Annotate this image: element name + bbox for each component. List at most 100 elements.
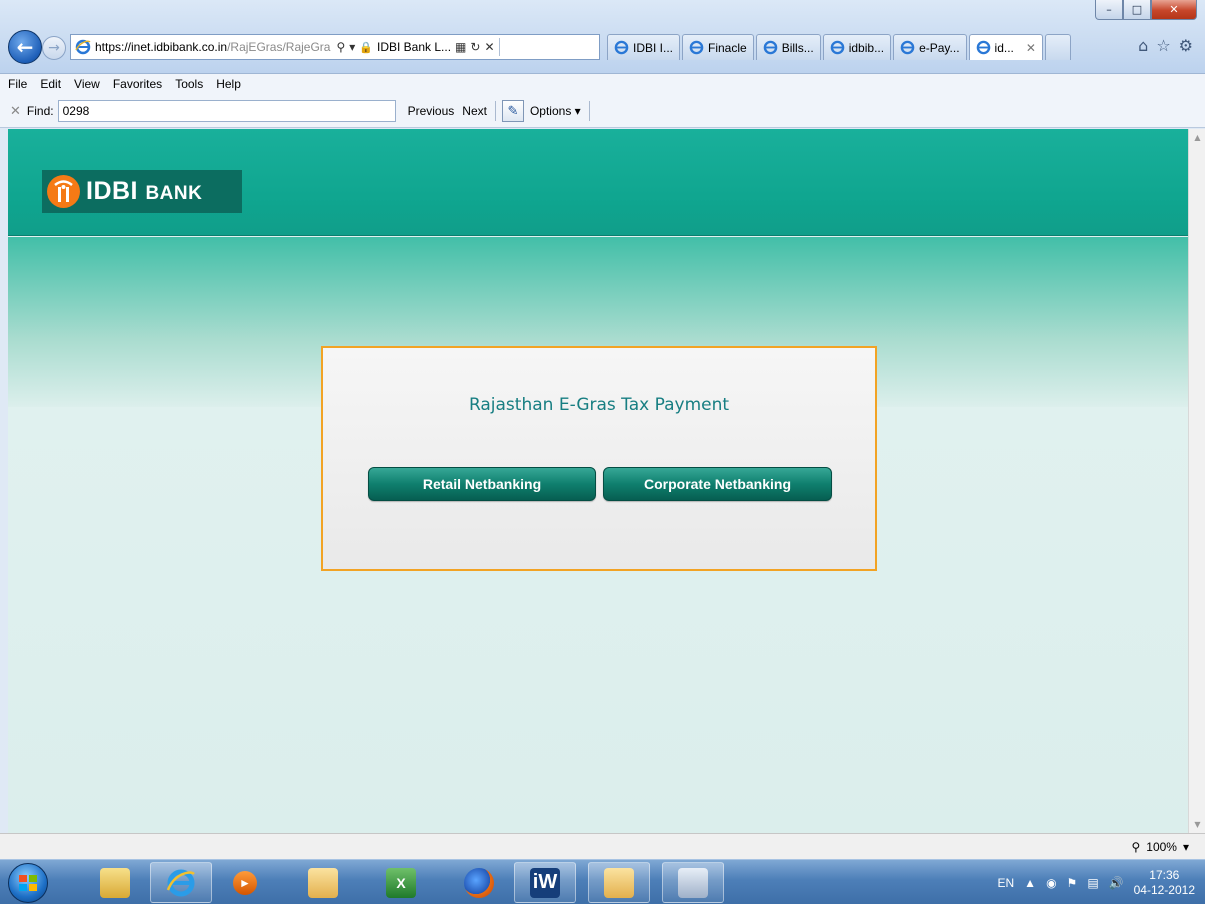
scroll-up-icon[interactable]: ▲ bbox=[1189, 129, 1205, 146]
zoom-control[interactable]: ⚲ 100% ▾ bbox=[1131, 840, 1189, 854]
separator bbox=[494, 100, 496, 121]
idbi-logo[interactable]: IDBI BANK bbox=[42, 170, 242, 213]
ie-icon bbox=[830, 40, 845, 55]
lock-icon[interactable]: 🔒 bbox=[359, 41, 373, 54]
taskbar-media-player[interactable]: ► bbox=[214, 862, 276, 903]
tab-label: id... bbox=[994, 40, 1014, 55]
tab-epay[interactable]: e-Pay... bbox=[893, 34, 967, 60]
menu-bar: File Edit View Favorites Tools Help bbox=[0, 74, 1205, 94]
find-previous-button[interactable]: Previous bbox=[408, 104, 455, 118]
find-label: Find: bbox=[26, 103, 54, 118]
logo-main: IDBI bbox=[86, 177, 138, 205]
windows-taskbar: ► X iW EN ▲ ◉ ⚑ ▤ 🔊 17:36 04-12-2012 bbox=[0, 859, 1205, 904]
language-indicator[interactable]: EN bbox=[998, 876, 1015, 890]
corporate-netbanking-button[interactable]: Corporate Netbanking bbox=[603, 467, 832, 501]
gear-icon[interactable]: ⚙ bbox=[1179, 36, 1193, 55]
window-controls: – □ ✕ bbox=[1095, 0, 1197, 20]
zoom-level: 100% bbox=[1146, 840, 1177, 854]
taskbar-iw-app[interactable]: iW bbox=[514, 862, 576, 903]
taskbar-internet-explorer[interactable] bbox=[150, 862, 212, 903]
new-tab-button[interactable] bbox=[1044, 34, 1071, 60]
tab-label: IDBI I... bbox=[633, 40, 674, 55]
calculator-icon bbox=[678, 867, 708, 898]
ie-icon bbox=[763, 40, 778, 55]
media-player-icon: ► bbox=[233, 870, 257, 895]
highlight-pencil-icon[interactable]: ✎ bbox=[501, 99, 524, 122]
system-tray: EN ▲ ◉ ⚑ ▤ 🔊 17:36 04-12-2012 bbox=[998, 860, 1205, 904]
logo-sub: BANK bbox=[145, 183, 203, 204]
find-input[interactable] bbox=[57, 99, 396, 122]
dropdown-arrow-icon: ▾ bbox=[1182, 840, 1189, 854]
back-arrow-icon[interactable]: ← bbox=[8, 30, 42, 64]
iw-app-icon: iW bbox=[530, 867, 560, 898]
folder-icon bbox=[100, 867, 130, 898]
browser-title-bar: – □ ✕ ← → https://inet.idbibank.co.in/Ra… bbox=[0, 0, 1205, 74]
close-tab-icon[interactable]: ✕ bbox=[1026, 41, 1036, 55]
site-identity-label[interactable]: IDBI Bank L... bbox=[377, 40, 451, 54]
excel-icon: X bbox=[386, 867, 416, 898]
tab-idbib[interactable]: idbib... bbox=[822, 34, 892, 60]
maximize-button[interactable]: □ bbox=[1123, 0, 1151, 20]
status-bar: ⚲ 100% ▾ bbox=[0, 833, 1205, 859]
taskbar-firefox[interactable] bbox=[448, 862, 510, 903]
show-hidden-icons-icon[interactable]: ▲ bbox=[1024, 876, 1036, 890]
dropdown-arrow-icon[interactable]: ▾ bbox=[349, 40, 355, 54]
volume-icon[interactable]: 🔊 bbox=[1109, 876, 1124, 890]
tab-label: Bills... bbox=[781, 40, 814, 55]
logo-text: IDBI BANK bbox=[86, 177, 202, 206]
separator bbox=[498, 38, 500, 56]
zoom-icon: ⚲ bbox=[1131, 840, 1141, 854]
menu-tools[interactable]: Tools bbox=[175, 77, 203, 91]
header-banner: IDBI BANK bbox=[8, 129, 1188, 236]
menu-favorites[interactable]: Favorites bbox=[113, 77, 162, 91]
tab-active[interactable]: id... ✕ bbox=[968, 34, 1043, 60]
scroll-down-icon[interactable]: ▼ bbox=[1189, 816, 1205, 833]
taskbar-window-1[interactable] bbox=[292, 862, 354, 903]
vertical-scrollbar[interactable]: ▲ ▼ bbox=[1188, 129, 1205, 833]
stop-icon[interactable]: ✕ bbox=[484, 40, 494, 54]
network-monitor-icon[interactable]: ◉ bbox=[1046, 876, 1056, 890]
tab-idbi-1[interactable]: IDBI I... bbox=[607, 34, 681, 60]
tab-strip: IDBI I... Finacle Bills... idbib... e-Pa… bbox=[607, 34, 1071, 60]
address-bar[interactable]: https://inet.idbibank.co.in/RajEGras/Raj… bbox=[70, 34, 600, 60]
find-next-button[interactable]: Next bbox=[462, 104, 487, 118]
forward-arrow-icon[interactable]: → bbox=[42, 36, 66, 60]
windows-logo-icon bbox=[19, 875, 37, 891]
ie-icon bbox=[166, 868, 196, 898]
start-button[interactable] bbox=[8, 863, 48, 903]
search-icon[interactable]: ⚲ bbox=[336, 40, 345, 54]
ie-icon bbox=[900, 40, 915, 55]
tab-label: Finacle bbox=[708, 40, 747, 55]
ie-icon bbox=[614, 40, 629, 55]
find-options-button[interactable]: Options ▾ bbox=[530, 104, 581, 118]
tab-bills[interactable]: Bills... bbox=[755, 34, 821, 60]
close-button[interactable]: ✕ bbox=[1151, 0, 1197, 20]
clock-date: 04-12-2012 bbox=[1133, 882, 1195, 897]
page-viewport: IDBI BANK Rajasthan E-Gras Tax Payment R… bbox=[8, 129, 1188, 833]
compatibility-view-icon[interactable]: ▦ bbox=[455, 40, 466, 54]
home-icon[interactable]: ⌂ bbox=[1138, 36, 1148, 55]
taskbar-explorer[interactable] bbox=[84, 862, 146, 903]
menu-edit[interactable]: Edit bbox=[40, 77, 61, 91]
ie-icon bbox=[976, 40, 991, 55]
address-tools: ⚲ ▾ 🔒 IDBI Bank L... ▦ ↻ ✕ bbox=[336, 38, 500, 56]
flag-icon[interactable]: ⚑ bbox=[1067, 876, 1078, 890]
separator bbox=[588, 100, 590, 121]
taskbar-excel[interactable]: X bbox=[370, 862, 432, 903]
retail-netbanking-button[interactable]: Retail Netbanking bbox=[368, 467, 596, 501]
favorites-star-icon[interactable]: ☆ bbox=[1156, 36, 1170, 55]
taskbar-calculator[interactable] bbox=[662, 862, 724, 903]
refresh-icon[interactable]: ↻ bbox=[470, 40, 480, 54]
find-bar: ✕ Find: Previous Next ✎ Options ▾ bbox=[0, 94, 1205, 128]
menu-help[interactable]: Help bbox=[216, 77, 241, 91]
tab-finacle[interactable]: Finacle bbox=[682, 34, 754, 60]
window-icon bbox=[308, 867, 338, 898]
payment-panel: Rajasthan E-Gras Tax Payment Retail Netb… bbox=[321, 346, 877, 571]
clock[interactable]: 17:36 04-12-2012 bbox=[1134, 868, 1195, 898]
menu-view[interactable]: View bbox=[74, 77, 100, 91]
minimize-button[interactable]: – bbox=[1095, 0, 1123, 20]
menu-file[interactable]: File bbox=[8, 77, 27, 91]
taskbar-window-2[interactable] bbox=[588, 862, 650, 903]
close-find-icon[interactable]: ✕ bbox=[10, 103, 21, 119]
network-icon[interactable]: ▤ bbox=[1087, 876, 1098, 890]
